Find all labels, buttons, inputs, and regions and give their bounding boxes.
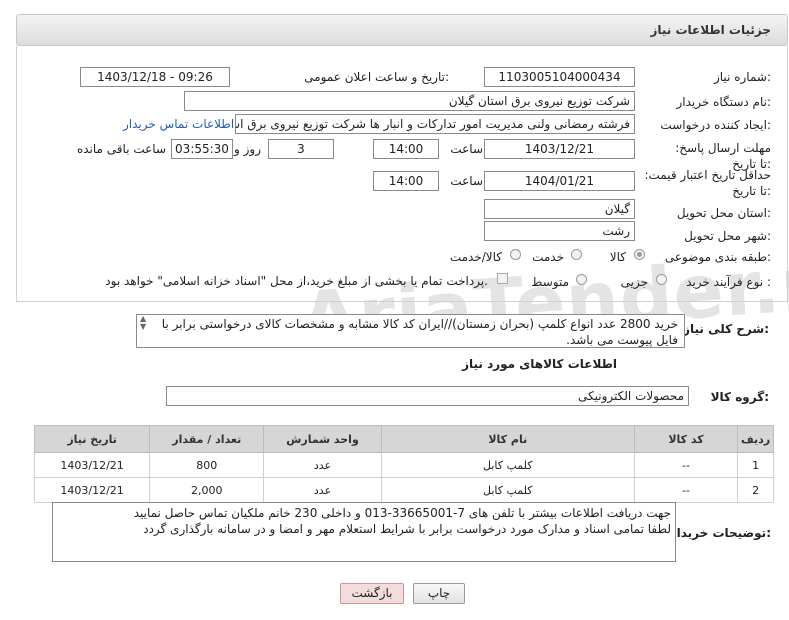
process-medium-label: متوسط xyxy=(531,275,569,289)
requester-label: ایجاد کننده درخواست: xyxy=(660,118,771,132)
cell-item-name: کلمپ کابل xyxy=(380,477,635,503)
payment-checkbox[interactable] xyxy=(497,273,508,284)
col-header-unit: واحد شمارش xyxy=(263,425,382,453)
col-header-need-date: تاریخ نیاز xyxy=(33,425,151,453)
cell-quantity: 800 xyxy=(149,452,265,478)
category-both-label: کالا/خدمت xyxy=(449,250,502,264)
days-label: روز و xyxy=(234,142,261,156)
panel-header: جزئیات اطلاعات نیاز xyxy=(16,14,788,46)
cell-item-name: کلمپ کابل xyxy=(380,452,635,478)
cell-quantity: 2,000 xyxy=(149,477,265,503)
cell-item-code: -- xyxy=(633,477,739,503)
back-button[interactable]: بازگشت xyxy=(340,583,404,604)
category-label: طبقه بندی موضوعی: xyxy=(664,250,771,264)
need-number-label: شماره نیاز: xyxy=(713,70,771,84)
category-goods-label: کالا xyxy=(609,250,626,264)
category-radio-goods[interactable] xyxy=(634,249,645,260)
announce-datetime-label: تاریخ و ساعت اعلان عمومی: xyxy=(304,70,449,84)
remaining-time-label: ساعت باقی مانده xyxy=(76,142,166,156)
process-radio-minor[interactable] xyxy=(656,274,667,285)
buyer-notes-textarea[interactable]: جهت دریافت اطلاعات بیشتر با تلفن های 7-3… xyxy=(52,502,676,562)
cell-need-date: 1403/12/21 xyxy=(33,477,151,503)
requester-field[interactable]: فرشته رمضانی ولنی مدیریت امور تدارکات و … xyxy=(235,114,635,134)
remaining-time-field[interactable]: 03:55:30 xyxy=(171,139,233,159)
col-header-quantity: تعداد / مقدار xyxy=(149,425,265,453)
table-row[interactable]: 1 -- کلمپ کابل عدد 800 1403/12/21 xyxy=(33,452,774,478)
process-minor-label: جزیی xyxy=(620,275,648,289)
need-number-field[interactable]: 1103005104000434 xyxy=(484,67,635,87)
days-field[interactable]: 3 xyxy=(268,139,334,159)
items-table: ردیف کد کالا نام کالا واحد شمارش تعداد /… xyxy=(33,425,774,503)
buyer-org-field[interactable]: شرکت توزیع نیروی برق استان گیلان xyxy=(184,91,635,111)
buyer-notes-label: توضیحات خریدار: xyxy=(669,526,771,540)
description-label: شرح کلی نیاز: xyxy=(683,322,769,336)
validity-time-field[interactable]: 14:00 xyxy=(373,171,439,191)
buyer-org-label: نام دستگاه خریدار: xyxy=(676,95,772,109)
panel-title: جزئیات اطلاعات نیاز xyxy=(650,23,771,37)
goods-info-heading: اطلاعات کالاهای مورد نیاز xyxy=(462,357,617,371)
category-radio-service[interactable] xyxy=(571,249,582,260)
cell-unit: عدد xyxy=(263,477,382,503)
process-radio-medium[interactable] xyxy=(576,274,587,285)
response-date-field[interactable]: 1403/12/21 xyxy=(484,139,635,159)
category-service-label: خدمت xyxy=(532,250,564,264)
col-header-item-name: نام کالا xyxy=(380,425,635,453)
cell-unit: عدد xyxy=(263,452,382,478)
delivery-province-field[interactable]: گیلان xyxy=(484,199,635,219)
description-scroll-arrows[interactable]: ▲ ▼ xyxy=(140,315,146,331)
response-time-field[interactable]: 14:00 xyxy=(373,139,439,159)
cell-row-number: 1 xyxy=(737,452,774,478)
delivery-city-label: شهر محل تحویل: xyxy=(684,229,771,243)
print-button[interactable]: چاپ xyxy=(413,583,465,604)
table-header-row: ردیف کد کالا نام کالا واحد شمارش تعداد /… xyxy=(33,425,774,453)
contact-info-link[interactable]: اطلاعات تماس خریدار xyxy=(123,117,234,131)
category-radio-both[interactable] xyxy=(510,249,521,260)
price-validity-label: حداقل تاریخ اعتبار قیمت: تا تاریخ: xyxy=(644,168,771,198)
validity-date-field[interactable]: 1404/01/21 xyxy=(484,171,635,191)
delivery-province-label: استان محل تحویل: xyxy=(676,206,771,220)
response-time-label: ساعت xyxy=(450,142,483,156)
delivery-city-field[interactable]: رشت xyxy=(484,221,635,241)
announce-datetime-field[interactable]: 1403/12/18 - 09:26 xyxy=(80,67,230,87)
col-header-row-number: ردیف xyxy=(737,425,774,453)
goods-group-field[interactable]: محصولات الکترونیکی xyxy=(166,386,689,406)
goods-group-label: گروه کالا: xyxy=(710,390,769,404)
description-textarea[interactable]: خرید 2800 عدد انواع کلمپ (بحران زمستان)/… xyxy=(136,314,685,348)
purchase-process-label: نوع فرآیند خرید : xyxy=(686,275,771,289)
cell-item-code: -- xyxy=(633,452,739,478)
payment-note: پرداخت تمام یا بخشی از مبلغ خرید،از محل … xyxy=(105,274,488,288)
table-row[interactable]: 2 -- کلمپ کابل عدد 2,000 1403/12/21 xyxy=(33,477,774,503)
cell-need-date: 1403/12/21 xyxy=(33,452,151,478)
validity-time-label: ساعت xyxy=(450,174,483,188)
col-header-item-code: کد کالا xyxy=(633,425,739,453)
cell-row-number: 2 xyxy=(737,477,774,503)
